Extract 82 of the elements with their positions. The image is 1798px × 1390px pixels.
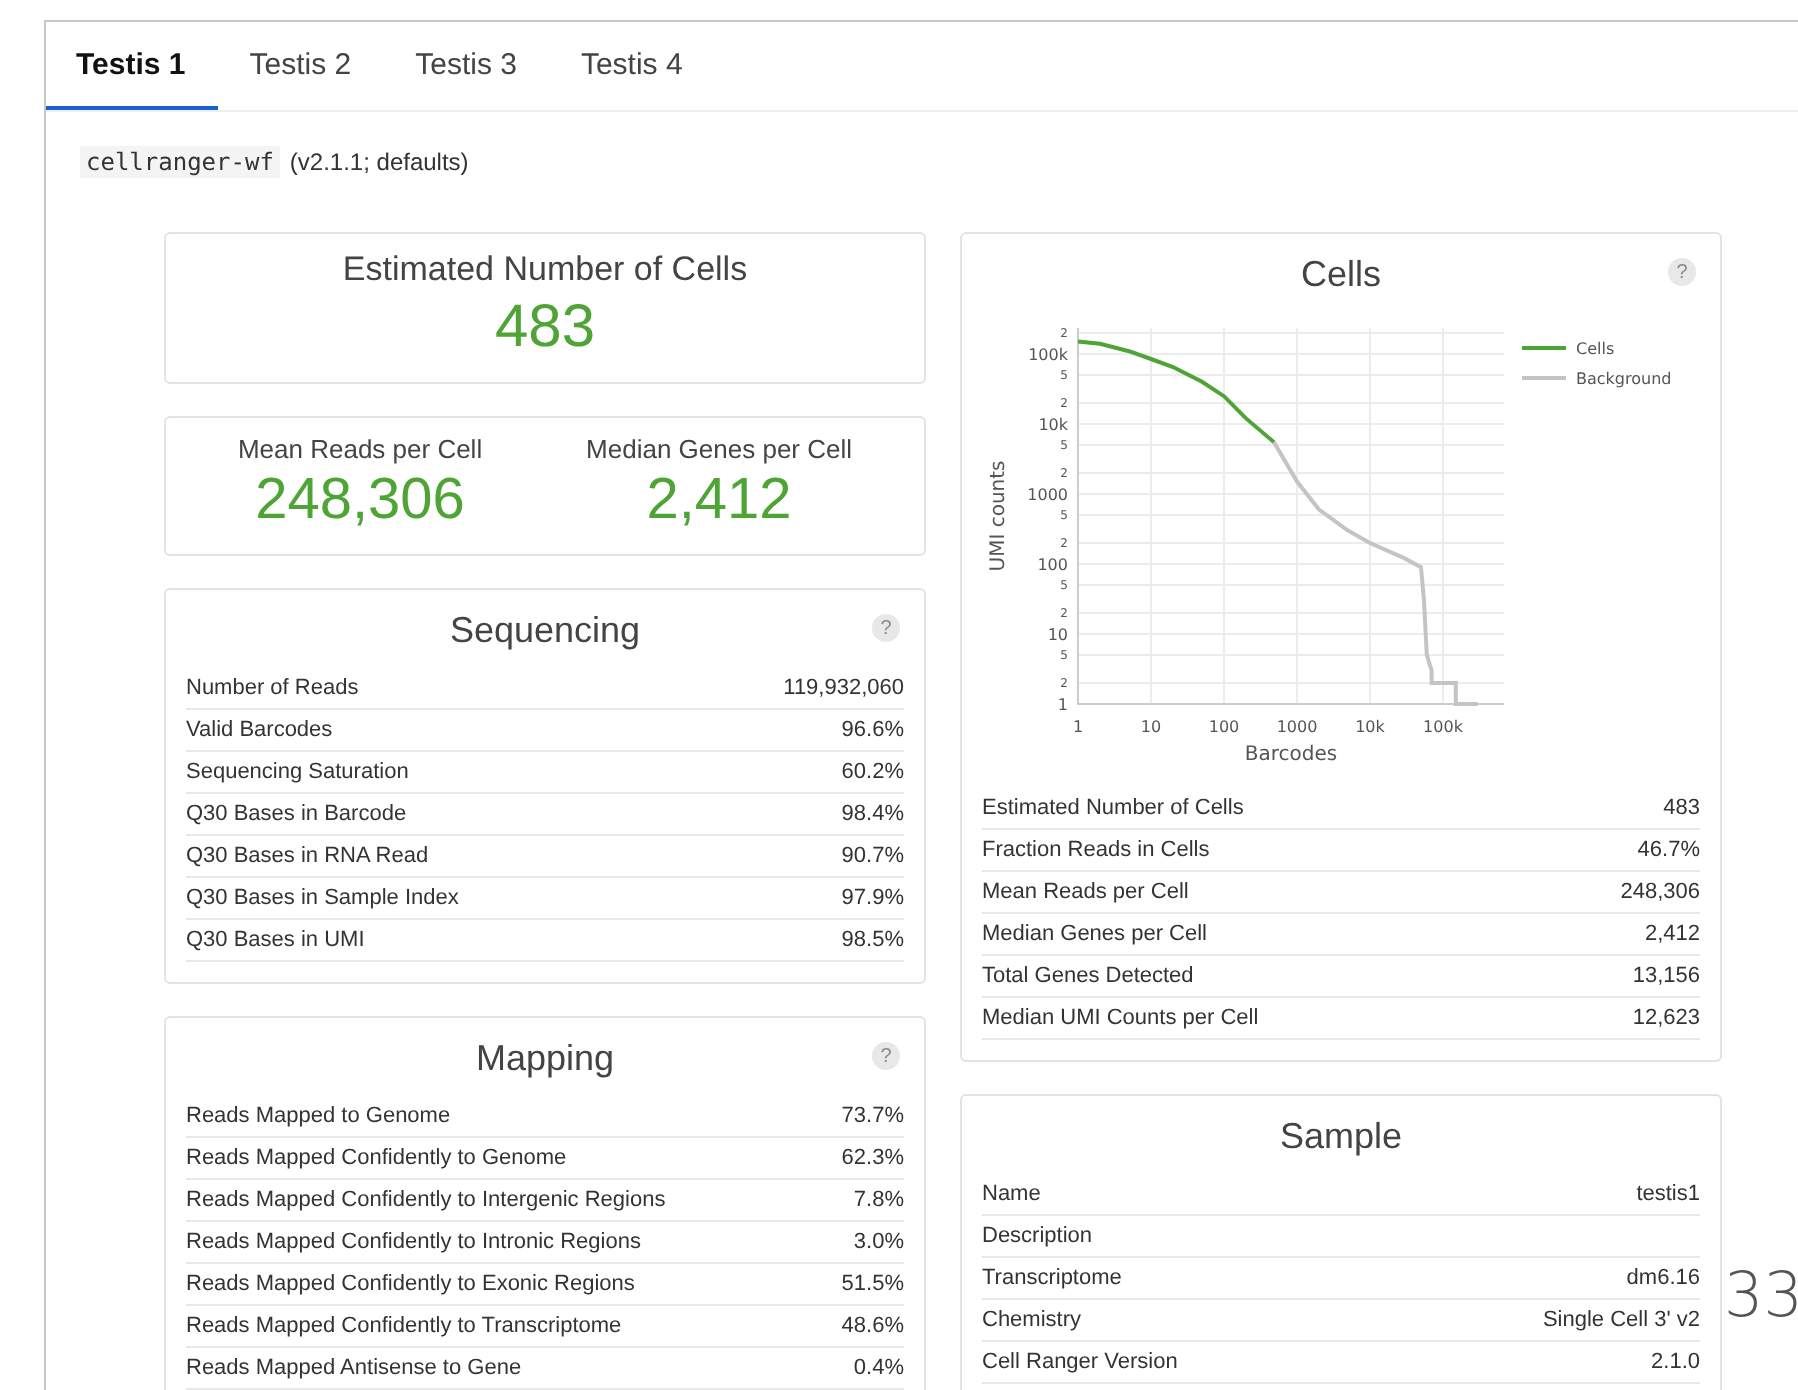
- row-value: 96.6%: [841, 718, 904, 742]
- metric-value: 248,306: [255, 468, 465, 534]
- row-value: 7.8%: [853, 1188, 904, 1212]
- row-label: Transcriptome: [982, 1266, 1122, 1290]
- page-number: 33: [1724, 1260, 1798, 1332]
- row-label: Number of Reads: [186, 676, 359, 700]
- tick-label: 1: [1057, 696, 1068, 714]
- row-label: Reads Mapped Confidently to Exonic Regions: [186, 1272, 635, 1296]
- row-label: Reads Mapped Confidently to Genome: [186, 1146, 567, 1170]
- row-label: Median Genes per Cell: [982, 922, 1208, 946]
- row-value: 60.2%: [841, 760, 904, 784]
- row-label: Q30 Bases in UMI: [186, 928, 365, 952]
- metric-label: Median Genes per Cell: [586, 434, 853, 464]
- row-label: Reads Mapped to Genome: [186, 1104, 451, 1128]
- tick-label: 100: [1208, 718, 1240, 736]
- pipeline-details: (v2.1.1; defaults): [289, 148, 469, 176]
- row-value: 62.3%: [841, 1146, 904, 1170]
- row-value: 73.7%: [841, 1104, 904, 1128]
- tick-label: 100: [1037, 556, 1068, 574]
- row-label: Q30 Bases in Sample Index: [186, 886, 459, 910]
- row-value: testis1: [1636, 1182, 1700, 1206]
- row-value: 483: [1663, 796, 1700, 820]
- row-label: Q30 Bases in RNA Read: [186, 844, 429, 868]
- axis-title: UMI counts: [988, 460, 1010, 572]
- panel-title: Sample: [1277, 1114, 1405, 1160]
- row-value: 51.5%: [841, 1272, 904, 1296]
- row-value: 97.9%: [841, 886, 904, 910]
- row-label: Sequencing Saturation: [186, 760, 409, 784]
- tick-label: 10k: [1355, 718, 1385, 736]
- row-value: 0.4%: [853, 1356, 904, 1380]
- panel-title: Mapping: [473, 1036, 617, 1082]
- row-value: 98.4%: [841, 802, 904, 826]
- row-label: Reads Mapped Antisense to Gene: [186, 1356, 522, 1380]
- tick-label: 1000: [1276, 718, 1318, 736]
- axis-title: Barcodes: [1244, 744, 1338, 766]
- tab[interactable]: Testis 3: [383, 22, 549, 110]
- metric-value: 2,412: [646, 468, 792, 534]
- legend-label: Cells: [1576, 340, 1615, 358]
- row-label: Chemistry: [982, 1308, 1082, 1332]
- tab[interactable]: Testis 4: [548, 22, 715, 110]
- pipeline-name: cellranger-wf: [80, 146, 280, 178]
- metric-label: Estimated Number of Cells: [342, 250, 748, 290]
- row-label: Total Genes Detected: [982, 964, 1194, 988]
- row-value: 3.0%: [853, 1230, 904, 1254]
- row-value: 90.7%: [841, 844, 904, 868]
- panel-title: Cells: [1298, 252, 1383, 298]
- row-value: Single Cell 3' v2: [1542, 1308, 1700, 1332]
- row-label: Fraction Reads in Cells: [982, 838, 1210, 862]
- tick-label: 1: [1072, 718, 1084, 736]
- tick-label: 10: [1047, 626, 1068, 644]
- metric-label: Mean Reads per Cell: [237, 434, 483, 464]
- tick-label: 100k: [1028, 346, 1068, 364]
- row-label: Mean Reads per Cell: [982, 880, 1189, 904]
- tick-label: 10k: [1038, 416, 1068, 434]
- row-label: Median UMI Counts per Cell: [982, 1006, 1259, 1030]
- row-value: 2,412: [1644, 922, 1700, 946]
- row-label: Reads Mapped Confidently to Transcriptome: [186, 1314, 622, 1338]
- tab[interactable]: Testis 2: [217, 22, 384, 110]
- row-value: 98.5%: [841, 928, 904, 952]
- row-label: Name: [982, 1182, 1041, 1206]
- row-label: Valid Barcodes: [186, 718, 333, 742]
- row-label: Reads Mapped Confidently to Intronic Regions: [186, 1230, 641, 1254]
- row-label: Cell Ranger Version: [982, 1350, 1178, 1374]
- metric-value: 483: [494, 294, 596, 362]
- row-value: dm6.16: [1626, 1266, 1700, 1290]
- row-value: 248,306: [1620, 880, 1700, 904]
- row-label: Q30 Bases in Barcode: [186, 802, 407, 826]
- tick-label: 10: [1140, 718, 1162, 736]
- tab[interactable]: Testis 1: [46, 22, 218, 110]
- row-value: 12,623: [1632, 1006, 1700, 1030]
- row-value: 13,156: [1632, 964, 1700, 988]
- row-value: 48.6%: [841, 1314, 904, 1338]
- panel-title: Sequencing: [447, 608, 643, 654]
- row-label: Reads Mapped Confidently to Intergenic Regions: [186, 1188, 666, 1212]
- tick-label: 1000: [1027, 486, 1068, 504]
- row-label: Description: [982, 1224, 1093, 1248]
- legend-label: Background: [1576, 370, 1672, 388]
- row-label: Estimated Number of Cells: [982, 796, 1244, 820]
- tick-label: 100k: [1423, 718, 1463, 736]
- row-value: 46.7%: [1637, 838, 1700, 862]
- row-value: 119,932,060: [783, 676, 904, 700]
- row-value: 2.1.0: [1651, 1350, 1700, 1374]
